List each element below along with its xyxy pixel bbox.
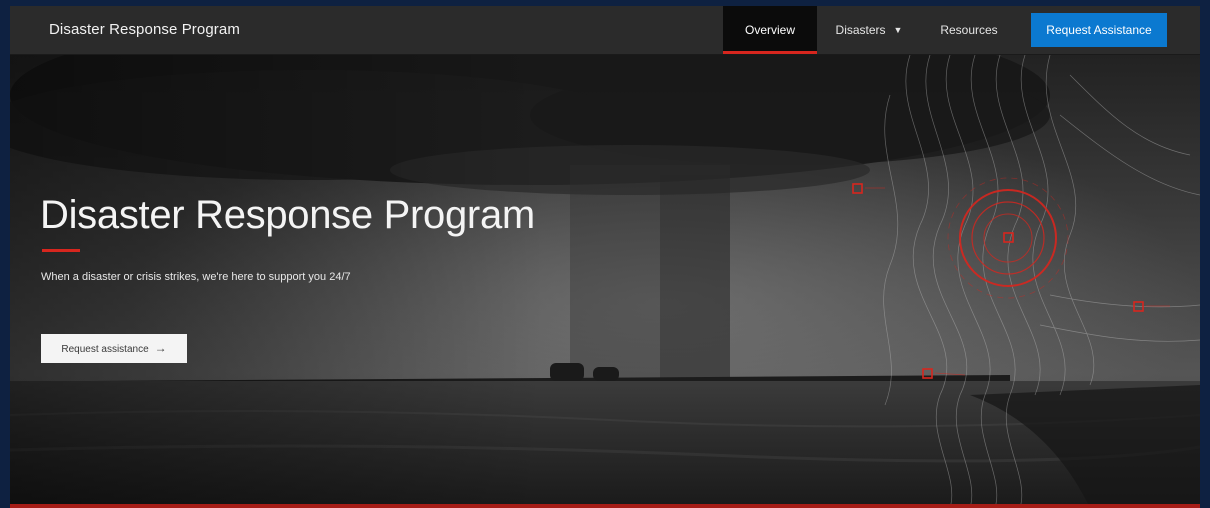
- nav-overview-label: Overview: [744, 23, 795, 37]
- request-assistance-nav-label: Request Assistance: [1046, 23, 1152, 37]
- hero-accent-bar: [42, 249, 80, 252]
- nav-overview[interactable]: Overview: [723, 6, 817, 54]
- nav-disasters-dropdown[interactable]: Disasters ▼: [817, 6, 921, 54]
- hero-title: Disaster Response Program: [40, 193, 535, 237]
- bottom-accent-strip: [10, 504, 1200, 508]
- hero-section: Disaster Response Program When a disaste…: [10, 55, 1200, 508]
- top-navigation: Disaster Response Program Overview Disas…: [10, 6, 1200, 55]
- page-frame: Disaster Response Program Overview Disas…: [10, 6, 1200, 508]
- hero-button-label: Request assistance: [61, 344, 149, 355]
- request-assistance-hero-button[interactable]: Request assistance →: [41, 334, 187, 363]
- nav-resources[interactable]: Resources: [921, 6, 1017, 54]
- request-assistance-nav-button[interactable]: Request Assistance: [1031, 13, 1167, 47]
- nav-disasters-label: Disasters: [835, 23, 886, 37]
- arrow-right-icon: →: [154, 341, 167, 355]
- site-title[interactable]: Disaster Response Program: [49, 6, 240, 54]
- nav-resources-label: Resources: [940, 23, 998, 37]
- hero-subtitle: When a disaster or crisis strikes, we're…: [41, 271, 351, 283]
- chevron-down-icon: ▼: [893, 25, 903, 35]
